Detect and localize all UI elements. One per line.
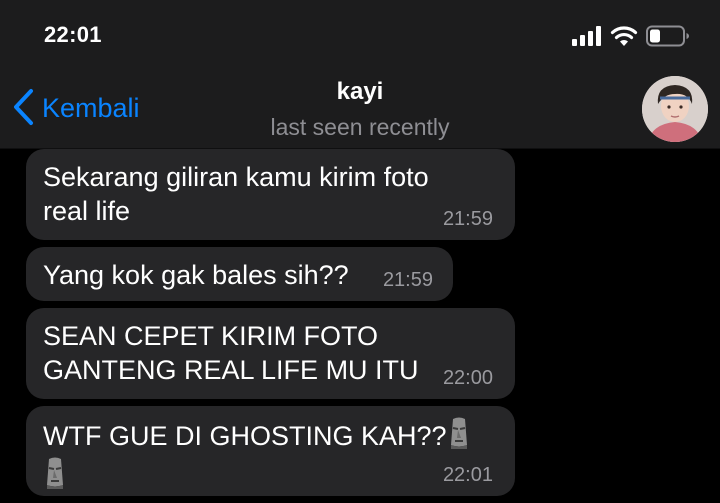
chat-header: Kembali kayi last seen recently <box>0 70 720 149</box>
battery-icon <box>646 25 689 47</box>
message-text: SEAN CEPET KIRIM FOTO GANTENG REAL LIFE … <box>43 321 419 385</box>
message-bubble[interactable]: SEAN CEPET KIRIM FOTO GANTENG REAL LIFE … <box>26 308 515 399</box>
wifi-icon <box>610 26 638 46</box>
message-text-content: WTF GUE DI GHOSTING KAH?? <box>43 421 447 451</box>
status-icons <box>572 24 690 48</box>
contact-status: last seen recently <box>270 114 450 140</box>
status-time: 22:01 <box>44 22 102 47</box>
message-bubble[interactable]: Sekarang giliran kamu kirim foto real li… <box>26 149 515 240</box>
message-time: 21:59 <box>442 208 493 230</box>
signal-bars-icon <box>572 26 601 46</box>
status-bar: 22:01 <box>0 0 720 70</box>
message-list[interactable]: Sekarang giliran kamu kirim foto real li… <box>0 149 720 503</box>
message-text: WTF GUE DI GHOSTING KAH?? <box>43 417 497 497</box>
message-time: 22:01 <box>442 464 493 486</box>
moai-emoji-icon <box>447 417 471 457</box>
message-text: Yang kok gak bales sih?? <box>43 260 349 290</box>
contact-name[interactable]: kayi <box>0 78 720 106</box>
message-time: 22:00 <box>442 367 493 389</box>
moai-emoji-icon <box>43 457 67 497</box>
message-bubble[interactable]: WTF GUE DI GHOSTING KAH?? 22:01 <box>26 406 515 496</box>
message-bubble[interactable]: Yang kok gak bales sih?? 21:59 <box>26 247 453 301</box>
avatar[interactable] <box>642 76 708 142</box>
message-time: 21:59 <box>382 269 433 291</box>
message-text: Sekarang giliran kamu kirim foto real li… <box>43 162 429 226</box>
